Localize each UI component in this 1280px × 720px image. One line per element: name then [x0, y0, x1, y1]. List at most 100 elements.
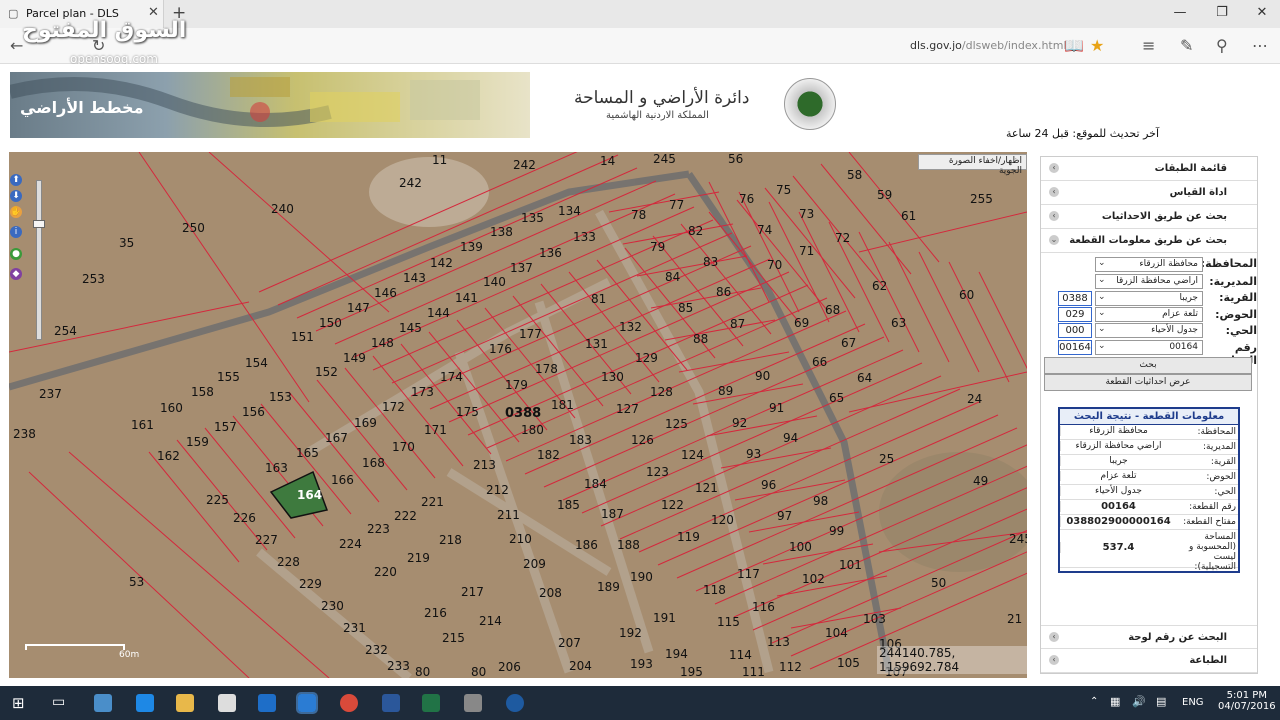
menu-coords-search[interactable]: › بحث عن طريق الاحداثيات	[1041, 205, 1257, 229]
parcel-label[interactable]: 130	[601, 370, 624, 384]
parcel-label[interactable]: 124	[681, 448, 704, 462]
parcel-label[interactable]: 49	[973, 474, 988, 488]
parcel-label[interactable]: 105	[837, 656, 860, 670]
parcel-label[interactable]: 72	[835, 231, 850, 245]
parcel-label[interactable]: 254	[54, 324, 77, 338]
parcel-label[interactable]: 161	[131, 418, 154, 432]
select-village[interactable]: ⌄ جريبا	[1095, 291, 1203, 306]
input-language[interactable]: ENG	[1182, 697, 1204, 708]
parcel-label[interactable]: 240	[271, 202, 294, 216]
parcel-label[interactable]: 159	[186, 435, 209, 449]
parcel-label[interactable]: 152	[315, 365, 338, 379]
parcel-label[interactable]: 180	[521, 423, 544, 437]
tray-chevron-icon[interactable]: ⌃	[1090, 696, 1098, 707]
parcel-label[interactable]: 212	[486, 483, 509, 497]
parcel-label[interactable]: 104	[825, 626, 848, 640]
parcel-label[interactable]: 214	[479, 614, 502, 628]
parcel-label[interactable]: 174	[440, 370, 463, 384]
parcel-label[interactable]: 167	[325, 431, 348, 445]
parcel-label[interactable]: 225	[206, 493, 229, 507]
parcel-label[interactable]: 232	[365, 643, 388, 657]
parcel-label[interactable]: 220	[374, 565, 397, 579]
parcel-label[interactable]: 87	[730, 317, 745, 331]
parcel-label[interactable]: 89	[718, 384, 733, 398]
edge-icon[interactable]	[296, 692, 318, 714]
select-governorate[interactable]: ⌄ محافظة الزرقاء	[1095, 257, 1203, 272]
parcel-label[interactable]: 194	[665, 647, 688, 661]
network-icon[interactable]: ▦	[1110, 695, 1120, 708]
search-button[interactable]: بحث	[1044, 357, 1252, 374]
parcel-label[interactable]: 226	[233, 511, 256, 525]
select-basin[interactable]: ⌄ تلعة عزام	[1095, 307, 1203, 322]
show-coordinates-button[interactable]: عرض احداثيات القطعة	[1044, 374, 1252, 391]
basin-code-field[interactable]: 029	[1058, 307, 1092, 322]
notification-icon[interactable]: ▤	[1156, 695, 1166, 708]
parcel-label[interactable]: 94	[783, 431, 798, 445]
parcel-label[interactable]: 193	[630, 657, 653, 671]
parcel-label[interactable]: 216	[424, 606, 447, 620]
parcel-label[interactable]: 119	[677, 530, 700, 544]
parcel-label[interactable]: 117	[737, 567, 760, 581]
parcel-label[interactable]: 230	[321, 599, 344, 613]
parcel-number-field[interactable]: 00164	[1058, 340, 1092, 355]
parcel-label[interactable]: 223	[367, 522, 390, 536]
parcel-label[interactable]: 97	[777, 509, 792, 523]
parcel-label[interactable]: 120	[711, 513, 734, 527]
parcel-label[interactable]: 222	[394, 509, 417, 523]
parcel-map[interactable]: 11 242 14 245 56 242 58 75 76 59 255 240 135 134 78 77 7…	[9, 152, 1027, 678]
word-icon[interactable]	[382, 694, 400, 712]
parcel-label[interactable]: 138	[490, 225, 513, 239]
parcel-label[interactable]: 187	[601, 507, 624, 521]
parcel-label[interactable]: 114	[729, 648, 752, 662]
parcel-label[interactable]: 0388	[505, 406, 541, 421]
parcel-label[interactable]: 112	[779, 660, 802, 674]
parcel-label[interactable]: 70	[767, 258, 782, 272]
parcel-label[interactable]: 166	[331, 473, 354, 487]
parcel-label[interactable]: 145	[399, 321, 422, 335]
parcel-label[interactable]: 255	[970, 192, 993, 206]
reading-view-icon[interactable]: 📖	[1064, 36, 1084, 55]
parcel-label[interactable]: 103	[863, 612, 886, 626]
parcel-label[interactable]: 182	[537, 448, 560, 462]
zoom-slider[interactable]	[36, 180, 42, 340]
parcel-label[interactable]: 122	[661, 498, 684, 512]
parcel-label[interactable]: 149	[343, 351, 366, 365]
pan-down-icon[interactable]: ⬇	[10, 190, 22, 202]
parcel-label[interactable]: 156	[242, 405, 265, 419]
parcel-label[interactable]: 76	[739, 192, 754, 206]
parcel-label[interactable]: 93	[746, 447, 761, 461]
parcel-label[interactable]: 129	[635, 351, 658, 365]
parcel-label[interactable]: 113	[767, 635, 790, 649]
store-icon[interactable]	[218, 694, 236, 712]
parcel-label[interactable]: 141	[455, 291, 478, 305]
parcel-label[interactable]: 224	[339, 537, 362, 551]
parcel-label[interactable]: 85	[678, 301, 693, 315]
parcel-label[interactable]: 215	[442, 631, 465, 645]
parcel-label[interactable]: 60	[959, 288, 974, 302]
parcel-label[interactable]: 58	[847, 168, 862, 182]
parcel-label[interactable]: 134	[558, 204, 581, 218]
parcel-label[interactable]: 63	[891, 316, 906, 330]
parcel-label[interactable]: 155	[217, 370, 240, 384]
parcel-label[interactable]: 56	[728, 152, 743, 166]
parcel-label[interactable]: 66	[812, 355, 827, 369]
parcel-label[interactable]: 143	[403, 271, 426, 285]
clock[interactable]: 5:01 PM 04/07/2016	[1218, 690, 1276, 712]
parcel-label[interactable]: 219	[407, 551, 430, 565]
parcel-label[interactable]: 144	[427, 306, 450, 320]
neighborhood-code-field[interactable]: 000	[1058, 323, 1092, 338]
parcel-label[interactable]: 183	[569, 433, 592, 447]
parcel-label[interactable]: 35	[119, 236, 134, 250]
parcel-label[interactable]: 83	[703, 255, 718, 269]
parcel-label[interactable]: 178	[535, 362, 558, 376]
globe-icon[interactable]: ●	[10, 248, 22, 260]
parcel-label[interactable]: 142	[430, 256, 453, 270]
parcel-label[interactable]: 136	[539, 246, 562, 260]
parcel-label[interactable]: 133	[573, 230, 596, 244]
parcel-label[interactable]: 191	[653, 611, 676, 625]
pan-up-icon[interactable]: ⬆	[10, 174, 22, 186]
parcel-label[interactable]: 206	[498, 660, 521, 674]
parcel-label[interactable]: 229	[299, 577, 322, 591]
parcel-label[interactable]: 53	[129, 575, 144, 589]
parcel-label[interactable]: 59	[877, 188, 892, 202]
